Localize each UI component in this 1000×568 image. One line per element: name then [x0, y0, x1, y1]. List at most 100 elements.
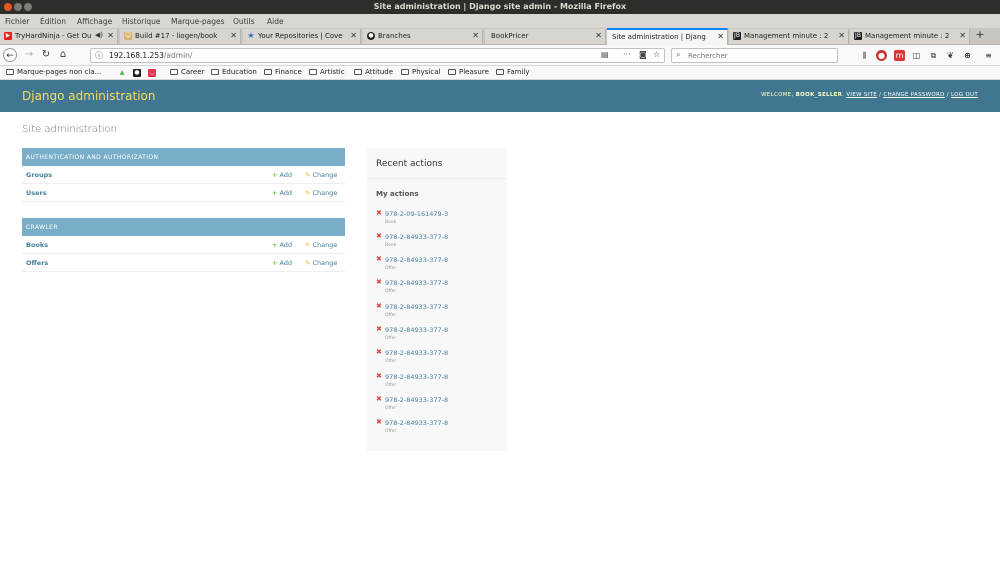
tab-close-icon[interactable]: ✕ — [838, 31, 845, 40]
bookmark-folder-pleasure[interactable]: Pleasure — [448, 68, 489, 76]
hamburger-menu-icon[interactable]: ≡ — [983, 50, 994, 61]
add-books-link[interactable]: + Add — [272, 241, 292, 249]
page-actions-icon[interactable]: ··· — [623, 50, 631, 59]
library-icon[interactable]: ⫼ — [859, 50, 870, 61]
menu-aide[interactable]: Aide — [267, 17, 284, 26]
pocket-bookmark-icon[interactable]: ◡ — [148, 69, 156, 77]
info-icon[interactable]: ⓘ — [95, 50, 103, 61]
tab-build-17[interactable]: ☺ Build #17 - liogen/book ✕ — [120, 29, 241, 44]
tab-bookpricer[interactable]: BookPricer ✕ — [485, 29, 606, 44]
model-link-users[interactable]: Users — [26, 189, 47, 197]
add-users-link[interactable]: + Add — [272, 189, 292, 197]
action-link[interactable]: 978-2-84933-377-8 — [385, 396, 448, 404]
add-groups-link[interactable]: + Add — [272, 171, 292, 179]
action-link[interactable]: 978-2-84933-377-8 — [385, 303, 448, 311]
menu-affichage[interactable]: Affichage — [77, 17, 112, 26]
tab-management-minute-1[interactable]: JB Management minute : 2 ✕ — [729, 29, 849, 44]
log-out-link[interactable]: LOG OUT — [951, 92, 978, 98]
bookmark-folder-education[interactable]: Education — [211, 68, 257, 76]
search-input[interactable] — [688, 50, 833, 62]
action-link[interactable]: 978-2-84933-377-8 — [385, 373, 448, 381]
delete-icon: ✖ — [376, 418, 382, 426]
menu-edition[interactable]: Édition — [40, 17, 66, 26]
bookmark-folder-attitude[interactable]: Attitude — [354, 68, 393, 76]
action-link[interactable]: 978-2-84933-377-8 — [385, 419, 448, 427]
view-site-link[interactable]: VIEW SITE — [846, 92, 877, 98]
extension-icon[interactable]: ❦ — [945, 50, 956, 61]
screenshot-icon[interactable]: ⊕ — [962, 50, 973, 61]
my-actions-heading: My actions — [376, 190, 419, 198]
tab-close-icon[interactable]: ✕ — [107, 31, 114, 40]
add-offers-link[interactable]: + Add — [272, 259, 292, 267]
pocket-icon[interactable]: ◙ — [639, 50, 647, 59]
module-caption[interactable]: CRAWLER — [22, 218, 345, 236]
action-link[interactable]: 978-2-84933-377-8 — [385, 279, 448, 287]
tab-your-repositories[interactable]: ★ Your Repositories | Cove ✕ — [243, 29, 361, 44]
speaker-icon[interactable]: ◀) — [95, 31, 103, 39]
tab-management-minute-2[interactable]: JB Management minute : 2 ✕ — [850, 29, 970, 44]
bookmark-star-icon[interactable]: ☆ — [653, 50, 660, 59]
tab-branches[interactable]: ● Branches ✕ — [363, 29, 483, 44]
change-password-link[interactable]: CHANGE PASSWORD — [883, 92, 944, 98]
google-drive-icon[interactable]: ▲ — [118, 69, 126, 77]
action-link[interactable]: 978-2-84933-377-8 — [385, 256, 448, 264]
change-offers-link[interactable]: ✎ Change — [305, 259, 337, 267]
tab-close-icon[interactable]: ✕ — [350, 31, 357, 40]
forward-arrow-icon[interactable]: → — [22, 48, 36, 62]
add-icon: + — [272, 189, 278, 197]
change-books-link[interactable]: ✎ Change — [305, 241, 337, 249]
model-link-groups[interactable]: Groups — [26, 171, 52, 179]
bookmark-folder-career[interactable]: Career — [170, 68, 204, 76]
tab-label: Build #17 - liogen/book — [135, 32, 218, 40]
action-item: ✖ 978-2-84933-377-8 Offer — [376, 395, 501, 417]
tab-close-icon[interactable]: ✕ — [472, 31, 479, 40]
action-type: Book — [385, 220, 397, 225]
change-groups-link[interactable]: ✎ Change — [305, 171, 337, 179]
github-favicon-icon: ● — [367, 32, 375, 40]
github-bookmark-icon[interactable]: ● — [133, 69, 141, 77]
menu-marque-pages[interactable]: Marque-pages — [171, 17, 225, 26]
change-users-link[interactable]: ✎ Change — [305, 189, 337, 197]
action-type: Offer — [385, 336, 397, 341]
search-icon: ⌕ — [676, 50, 681, 59]
bookmark-folder-family[interactable]: Family — [496, 68, 530, 76]
model-link-books[interactable]: Books — [26, 241, 48, 249]
tab-close-icon[interactable]: ✕ — [959, 31, 966, 40]
action-type: Offer — [385, 359, 397, 364]
action-link[interactable]: 978-2-84933-377-8 — [385, 349, 448, 357]
delete-icon: ✖ — [376, 302, 382, 310]
new-tab-button[interactable]: + — [972, 29, 988, 43]
lastpass-icon[interactable]: m — [894, 50, 905, 61]
bookmark-folder-physical[interactable]: Physical — [401, 68, 440, 76]
tab-close-icon[interactable]: ✕ — [717, 32, 724, 41]
home-icon[interactable]: ⌂ — [56, 48, 70, 62]
model-link-offers[interactable]: Offers — [26, 259, 48, 267]
tab-tryhardninja[interactable]: ▶ TryHardNinja - Get Ou ◀) ✕ — [0, 29, 118, 44]
search-box[interactable]: ⌕ — [671, 48, 838, 63]
pencil-icon: ✎ — [305, 259, 311, 267]
menu-outils[interactable]: Outils — [233, 17, 255, 26]
bookmark-unsorted[interactable]: Marque-pages non cla... — [6, 68, 101, 76]
jenkins-favicon-icon: ☺ — [124, 32, 132, 40]
module-caption[interactable]: AUTHENTICATION AND AUTHORIZATION — [22, 148, 345, 166]
site-branding[interactable]: Django administration — [22, 89, 155, 103]
action-link[interactable]: 978-2-84933-377-8 — [385, 326, 448, 334]
menu-historique[interactable]: Historique — [122, 17, 160, 26]
delete-icon: ✖ — [376, 325, 382, 333]
ublock-icon[interactable]: ● — [876, 50, 887, 61]
bookmark-folder-artistic[interactable]: Artistic — [309, 68, 345, 76]
synced-tabs-icon[interactable]: ⧉ — [928, 50, 939, 61]
tab-close-icon[interactable]: ✕ — [595, 31, 602, 40]
tab-site-administration[interactable]: Site administration | Djang ✕ — [607, 28, 728, 45]
action-link[interactable]: 978-2-84933-377-8 — [385, 233, 448, 241]
reader-view-icon[interactable]: ▤ — [601, 50, 609, 59]
back-arrow-icon[interactable]: ← — [3, 48, 17, 62]
address-bar[interactable]: ⓘ 192.168.1.253/admin/ ▤ ··· ◙ ☆ — [90, 48, 665, 63]
bookmark-folder-finance[interactable]: Finance — [264, 68, 302, 76]
url-text[interactable]: 192.168.1.253/admin/ — [109, 51, 192, 60]
menu-fichier[interactable]: Fichier — [5, 17, 30, 26]
action-link[interactable]: 978-2-09-161479-3 — [385, 210, 448, 218]
reload-icon[interactable]: ↻ — [39, 48, 53, 62]
tab-close-icon[interactable]: ✕ — [230, 31, 237, 40]
sidebar-icon[interactable]: ◫ — [911, 50, 922, 61]
